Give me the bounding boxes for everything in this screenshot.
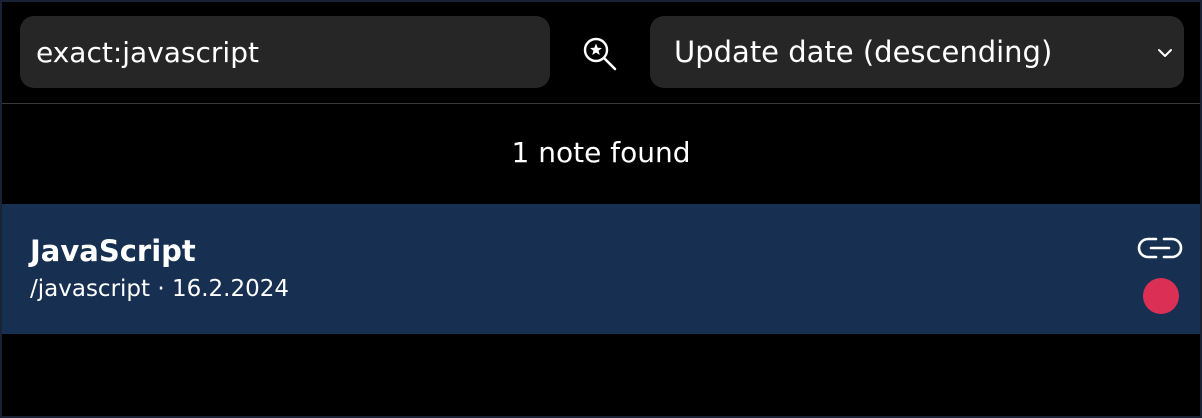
search-input[interactable]: [36, 35, 550, 69]
search-button[interactable]: [578, 32, 622, 76]
link-icon[interactable]: [1136, 234, 1184, 262]
note-search-panel: Update date (descending) 1 note found Ja…: [0, 0, 1202, 418]
chevron-down-icon: [1158, 49, 1172, 57]
search-star-icon: [583, 37, 617, 71]
status-dot: [1143, 278, 1179, 314]
note-title: JavaScript: [30, 234, 196, 268]
note-path-date: /javascript · 16.2.2024: [30, 276, 290, 302]
note-list-item[interactable]: JavaScript /javascript · 16.2.2024: [2, 204, 1200, 334]
search-toolbar: Update date (descending): [2, 2, 1200, 104]
results-count: 1 note found: [511, 136, 691, 169]
search-box[interactable]: [20, 16, 550, 88]
sort-selected-label: Update date (descending): [674, 35, 1053, 69]
sort-select[interactable]: Update date (descending): [650, 16, 1184, 88]
